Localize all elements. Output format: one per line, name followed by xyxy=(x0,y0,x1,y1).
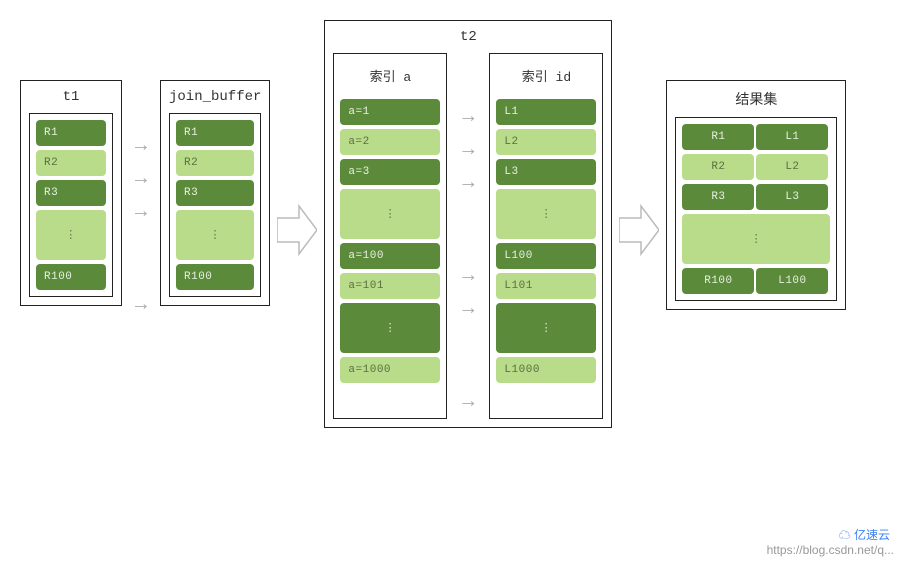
t2-col-a-title: 索引 a xyxy=(340,60,440,95)
result-row: R2 L2 xyxy=(682,154,830,180)
arrows-a-to-id: → → → → → → xyxy=(455,53,481,419)
t2-title: t2 xyxy=(333,29,603,53)
join-buffer-title: join_buffer xyxy=(169,89,261,113)
t1-row: R1 xyxy=(36,120,106,146)
diagram-stage: t1 R1 R2 R3 ⋮ R100 → → → → join_buffer R… xyxy=(20,20,884,428)
t2-col-id-title: 索引 id xyxy=(496,60,596,95)
result-left: R3 xyxy=(682,184,754,210)
col-a-row: a=3 xyxy=(340,159,440,185)
col-id-row-ellipsis: ⋮ xyxy=(496,189,596,239)
result-row-ellipsis: ⋮ xyxy=(682,214,830,264)
jb-row: R2 xyxy=(176,150,254,176)
col-id-row: L100 xyxy=(496,243,596,269)
jb-row: R3 xyxy=(176,180,254,206)
big-arrow-buffer-to-t2 xyxy=(276,20,318,260)
watermark-url: https://blog.csdn.net/q... xyxy=(767,543,894,557)
cloud-icon: ☁ xyxy=(839,528,851,542)
result-right: L100 xyxy=(756,268,828,294)
join-buffer-box: join_buffer R1 R2 R3 ⋮ R100 xyxy=(160,80,270,306)
big-arrow-t2-to-results xyxy=(618,20,660,260)
col-a-row: a=2 xyxy=(340,129,440,155)
t2-col-a: 索引 a a=1 a=2 a=3 ⋮ a=100 a=101 ⋮ a=1000 xyxy=(333,53,447,419)
result-right: L2 xyxy=(756,154,828,180)
arrows-t1-to-buffer: → → → → xyxy=(128,20,154,322)
col-a-row-ellipsis: ⋮ xyxy=(340,189,440,239)
t1-column: R1 R2 R3 ⋮ R100 xyxy=(29,113,113,297)
results-box: 结果集 R1 L1 R2 L2 R3 L3 ⋮ R100 L100 xyxy=(666,80,846,310)
col-a-row: a=1000 xyxy=(340,357,440,383)
result-right: L1 xyxy=(756,124,828,150)
t1-row-ellipsis: ⋮ xyxy=(36,210,106,260)
t1-title: t1 xyxy=(29,89,113,113)
t1-row: R2 xyxy=(36,150,106,176)
result-left: R1 xyxy=(682,124,754,150)
join-buffer-column: R1 R2 R3 ⋮ R100 xyxy=(169,113,261,297)
col-id-row: L101 xyxy=(496,273,596,299)
results-column: R1 L1 R2 L2 R3 L3 ⋮ R100 L100 xyxy=(675,117,837,301)
col-a-row: a=101 xyxy=(340,273,440,299)
col-a-row-ellipsis: ⋮ xyxy=(340,303,440,353)
result-left: R100 xyxy=(682,268,754,294)
jb-row: R100 xyxy=(176,264,254,290)
t1-row: R100 xyxy=(36,264,106,290)
col-id-row: L1000 xyxy=(496,357,596,383)
result-row: R3 L3 xyxy=(682,184,830,210)
result-right: L3 xyxy=(756,184,828,210)
result-row: R1 L1 xyxy=(682,124,830,150)
jb-row-ellipsis: ⋮ xyxy=(176,210,254,260)
result-left: R2 xyxy=(682,154,754,180)
jb-row: R1 xyxy=(176,120,254,146)
t2-col-id: 索引 id L1 L2 L3 ⋮ L100 L101 ⋮ L1000 xyxy=(489,53,603,419)
col-id-row: L2 xyxy=(496,129,596,155)
result-row: R100 L100 xyxy=(682,268,830,294)
col-id-row: L1 xyxy=(496,99,596,125)
t1-box: t1 R1 R2 R3 ⋮ R100 xyxy=(20,80,122,306)
t2-box: t2 索引 a a=1 a=2 a=3 ⋮ a=100 a=101 ⋮ a=10… xyxy=(324,20,612,428)
col-a-row: a=1 xyxy=(340,99,440,125)
watermark-brand: ☁ 亿速云 xyxy=(839,526,890,543)
col-id-row: L3 xyxy=(496,159,596,185)
t1-row: R3 xyxy=(36,180,106,206)
results-title: 结果集 xyxy=(675,89,837,117)
col-a-row: a=100 xyxy=(340,243,440,269)
col-id-row-ellipsis: ⋮ xyxy=(496,303,596,353)
